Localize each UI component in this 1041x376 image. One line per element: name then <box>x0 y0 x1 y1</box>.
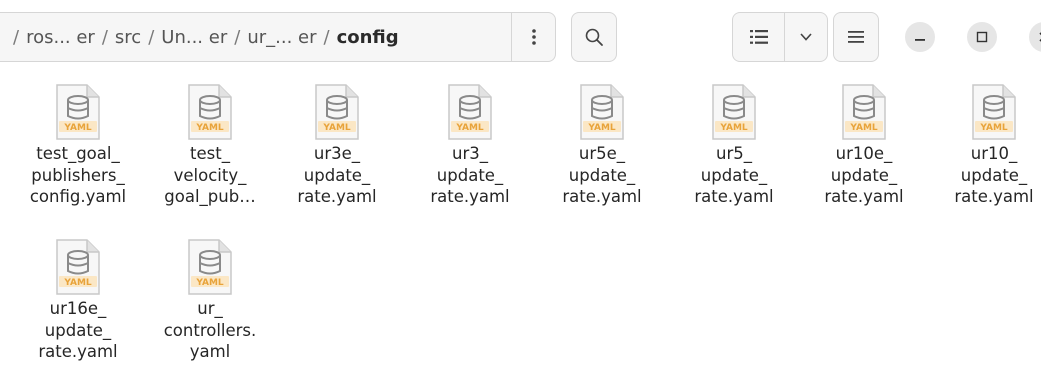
yaml-badge-text: YAML <box>979 123 1008 133</box>
yaml-badge-text: YAML <box>63 123 92 133</box>
yaml-file-icon: YAML <box>712 84 756 140</box>
file-item[interactable]: YAML test_ velocity_ goal_pub… <box>146 83 274 208</box>
list-view-icon <box>749 30 768 44</box>
main-menu-button[interactable] <box>833 12 879 62</box>
maximize-icon <box>976 31 988 43</box>
path-bar: / ros... er / src / Un... er / ur_... er… <box>0 12 556 62</box>
yaml-file-icon: YAML <box>842 84 886 140</box>
file-item[interactable]: YAML ur5_ update_ rate.yaml <box>670 83 798 208</box>
path-separator: / <box>13 26 20 48</box>
yaml-badge-text: YAML <box>455 123 484 133</box>
file-label: ur3e_ update_ rate.yaml <box>297 144 377 206</box>
file-label: test_ velocity_ goal_pub… <box>164 144 256 206</box>
yaml-file-icon: YAML <box>315 84 359 140</box>
yaml-file-icon: YAML <box>580 84 624 140</box>
file-item[interactable]: YAML ur10e_ update_ rate.yaml <box>800 83 928 208</box>
file-item[interactable]: YAML ur3e_ update_ rate.yaml <box>273 83 401 208</box>
path-separator: / <box>323 26 330 48</box>
path-separator: / <box>234 26 241 48</box>
yaml-badge-text: YAML <box>195 123 224 133</box>
file-label: ur10_ update_ rate.yaml <box>954 144 1034 206</box>
file-item[interactable]: YAML ur5e_ update_ rate.yaml <box>538 83 666 208</box>
file-item[interactable]: YAML ur10_ update_ rate.yaml <box>930 83 1041 208</box>
search-icon <box>585 28 603 46</box>
file-item[interactable]: YAML test_goal_ publishers_ config.yaml <box>14 83 142 208</box>
yaml-badge-text: YAML <box>63 278 92 288</box>
search-button[interactable] <box>571 12 617 62</box>
maximize-button[interactable] <box>967 22 997 52</box>
list-view-button[interactable] <box>733 13 785 61</box>
yaml-file-icon: YAML <box>188 239 232 295</box>
view-options-button[interactable] <box>785 13 827 61</box>
path-menu-button[interactable] <box>511 13 555 61</box>
file-label: ur16e_ update_ rate.yaml <box>38 299 118 361</box>
close-button[interactable] <box>1029 22 1041 52</box>
file-grid: YAML test_goal_ publishers_ config.yaml … <box>0 80 1041 376</box>
breadcrumb-current[interactable]: config <box>333 27 403 48</box>
yaml-file-icon: YAML <box>56 239 100 295</box>
chevron-down-icon <box>800 33 812 41</box>
file-item[interactable]: YAML ur_ controllers. yaml <box>146 238 274 363</box>
breadcrumb-item[interactable]: ros... er <box>22 27 99 48</box>
file-label: ur_ controllers. yaml <box>163 299 257 361</box>
yaml-badge-text: YAML <box>719 123 748 133</box>
file-label: ur5_ update_ rate.yaml <box>694 144 774 206</box>
breadcrumb-item[interactable]: ur_... er <box>243 27 320 48</box>
yaml-file-icon: YAML <box>56 84 100 140</box>
yaml-file-icon: YAML <box>188 84 232 140</box>
file-item[interactable]: YAML ur16e_ update_ rate.yaml <box>14 238 142 363</box>
yaml-badge-text: YAML <box>849 123 878 133</box>
yaml-file-icon: YAML <box>972 84 1016 140</box>
yaml-badge-text: YAML <box>587 123 616 133</box>
file-label: ur3_ update_ rate.yaml <box>430 144 510 206</box>
hamburger-menu-icon <box>848 31 864 43</box>
breadcrumb-item[interactable]: Un... er <box>157 27 231 48</box>
breadcrumb: / ros... er / src / Un... er / ur_... er… <box>0 13 511 61</box>
header-bar: / ros... er / src / Un... er / ur_... er… <box>0 0 1041 80</box>
minimize-icon <box>915 39 925 41</box>
view-toggle-group <box>732 12 828 62</box>
yaml-file-icon: YAML <box>448 84 492 140</box>
yaml-badge-text: YAML <box>195 278 224 288</box>
breadcrumb-item[interactable]: src <box>111 27 145 48</box>
file-label: test_goal_ publishers_ config.yaml <box>29 144 127 206</box>
file-item[interactable]: YAML ur3_ update_ rate.yaml <box>406 83 534 208</box>
yaml-badge-text: YAML <box>322 123 351 133</box>
path-separator: / <box>148 26 155 48</box>
minimize-button[interactable] <box>905 22 935 52</box>
file-label: ur10e_ update_ rate.yaml <box>824 144 904 206</box>
file-label: ur5e_ update_ rate.yaml <box>562 144 642 206</box>
path-separator: / <box>101 26 108 48</box>
vertical-dots-icon <box>531 29 536 45</box>
